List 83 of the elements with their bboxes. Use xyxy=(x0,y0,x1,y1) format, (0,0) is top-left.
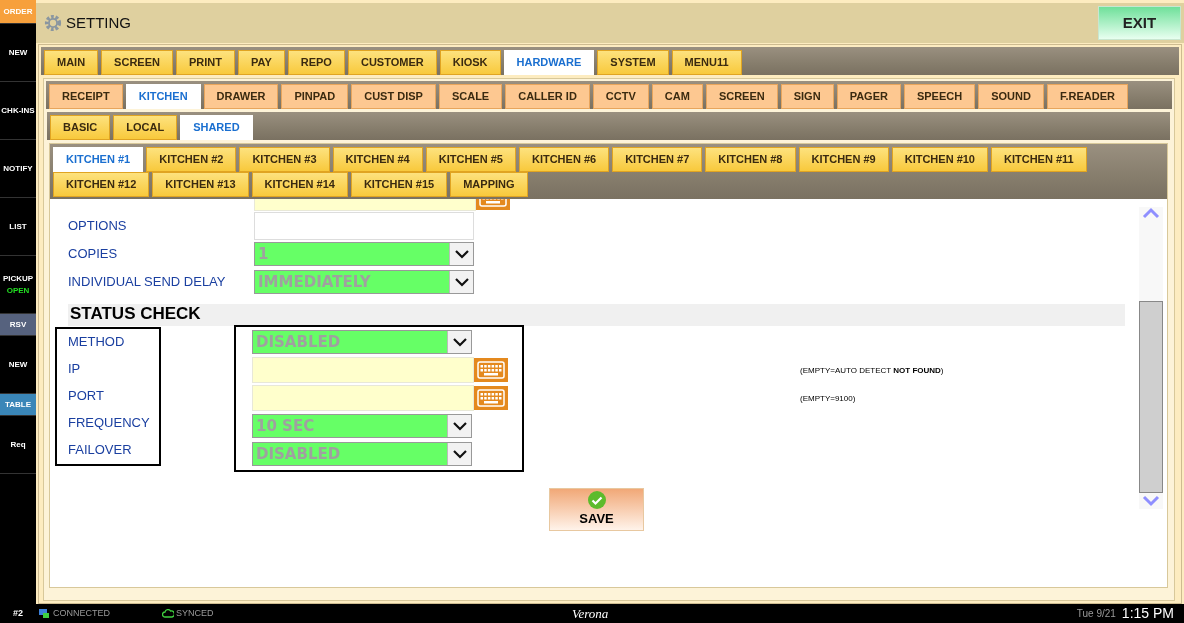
tab[interactable]: CUSTOMER xyxy=(347,50,437,75)
network-icon xyxy=(38,608,50,619)
field-label: FAILOVER xyxy=(68,441,133,459)
tab[interactable]: CUST DISP xyxy=(351,84,436,109)
tab[interactable]: SIGN xyxy=(780,84,834,109)
keyboard-icon[interactable] xyxy=(474,386,508,410)
tab[interactable]: MAIN xyxy=(44,50,99,75)
tab[interactable]: SYSTEM xyxy=(597,50,669,75)
tab[interactable]: LOCAL xyxy=(113,115,178,140)
tab[interactable]: KITCHEN #13 xyxy=(152,172,249,197)
tab[interactable]: PAGER xyxy=(836,84,901,109)
tab[interactable]: KITCHEN #3 xyxy=(239,147,330,172)
hint-text: (EMPTY=9100) xyxy=(800,393,856,405)
field-label: IP xyxy=(68,360,82,378)
field-label: PORT xyxy=(68,387,105,405)
tab[interactable]: KITCHEN #5 xyxy=(425,147,516,172)
status-label: OPEN xyxy=(6,284,30,297)
tab[interactable]: KITCHEN #1 xyxy=(53,147,144,172)
tab[interactable]: SCREEN xyxy=(705,84,778,109)
tab[interactable]: KITCHEN #7 xyxy=(612,147,703,172)
tab[interactable]: F.READER xyxy=(1046,84,1128,109)
connection-status: CONNECTED xyxy=(53,606,110,620)
chevron-up-icon[interactable] xyxy=(1142,207,1160,219)
tab[interactable]: MAPPING xyxy=(450,172,528,197)
date-label: Tue 9/21 xyxy=(1076,607,1116,621)
tab[interactable]: KITCHEN #9 xyxy=(798,147,889,172)
tab[interactable]: SCALE xyxy=(438,84,503,109)
tab[interactable]: PRINT xyxy=(175,50,235,75)
tab[interactable]: MENU11 xyxy=(671,50,742,75)
sync-status: SYNCED xyxy=(176,606,214,620)
gear-icon xyxy=(44,14,62,32)
tab[interactable]: REPO xyxy=(287,50,345,75)
chevron-down-icon[interactable] xyxy=(447,443,471,465)
tab[interactable]: CALLER ID xyxy=(505,84,590,109)
tab[interactable]: SOUND xyxy=(978,84,1044,109)
sidebar-item[interactable]: TABLE xyxy=(0,394,36,416)
hint-text: (EMPTY=AUTO DETECT NOT FOUND) xyxy=(800,365,944,377)
tab[interactable]: PINPAD xyxy=(281,84,349,109)
tab[interactable]: SHARED xyxy=(180,115,253,140)
tab[interactable]: KIOSK xyxy=(439,50,501,75)
input-field[interactable] xyxy=(254,212,474,240)
tab[interactable]: SCREEN xyxy=(101,50,173,75)
clock: 1:15 PM xyxy=(1121,604,1174,623)
sidebar-item[interactable]: RSV xyxy=(0,314,36,336)
save-button[interactable]: SAVE xyxy=(549,488,644,531)
tab[interactable]: SPEECH xyxy=(903,84,976,109)
field-label: FREQUENCY xyxy=(68,414,151,432)
chevron-down-icon[interactable] xyxy=(447,415,471,437)
keyboard-icon[interactable] xyxy=(474,358,508,382)
tab[interactable]: KITCHEN #12 xyxy=(53,172,150,197)
tab[interactable]: KITCHEN #6 xyxy=(518,147,610,172)
tab[interactable]: DRAWER xyxy=(203,84,279,109)
tab[interactable]: KITCHEN #11 xyxy=(991,147,1087,172)
exit-button[interactable]: EXIT xyxy=(1098,6,1181,40)
tab[interactable]: KITCHEN #8 xyxy=(705,147,796,172)
tab[interactable]: KITCHEN #2 xyxy=(146,147,237,172)
section-header: STATUS CHECK xyxy=(68,304,1125,326)
chevron-down-icon[interactable] xyxy=(449,271,473,293)
tab[interactable]: BASIC xyxy=(50,115,111,140)
tab[interactable]: RECEIPT xyxy=(49,84,123,109)
window-title: SETTING xyxy=(66,12,131,33)
tab[interactable]: KITCHEN #10 xyxy=(891,147,988,172)
field-label: COPIES xyxy=(68,245,119,264)
chevron-down-icon[interactable] xyxy=(447,331,471,353)
input-field[interactable] xyxy=(252,357,474,383)
tab[interactable]: KITCHEN #15 xyxy=(350,172,448,197)
field-label: METHOD xyxy=(68,333,126,351)
station-label: #2 xyxy=(12,606,24,620)
tab[interactable]: HARDWARE xyxy=(503,50,595,75)
tab[interactable]: KITCHEN #4 xyxy=(332,147,423,172)
tab[interactable]: KITCHEN xyxy=(125,84,201,109)
input-field[interactable] xyxy=(252,385,474,411)
tab[interactable]: CCTV xyxy=(592,84,649,109)
cloud-icon xyxy=(162,609,174,618)
store-name: Verona xyxy=(570,604,610,623)
field-label: INDIVIDUAL SEND DELAY xyxy=(68,273,227,292)
field-label: OPTIONS xyxy=(68,217,128,236)
checkmark-icon xyxy=(587,490,606,509)
tab[interactable]: PAY xyxy=(237,50,285,75)
tab[interactable]: KITCHEN #14 xyxy=(251,172,348,197)
scrollbar[interactable] xyxy=(1139,207,1163,509)
chevron-down-icon[interactable] xyxy=(449,243,473,265)
tab[interactable]: CAM xyxy=(651,84,703,109)
